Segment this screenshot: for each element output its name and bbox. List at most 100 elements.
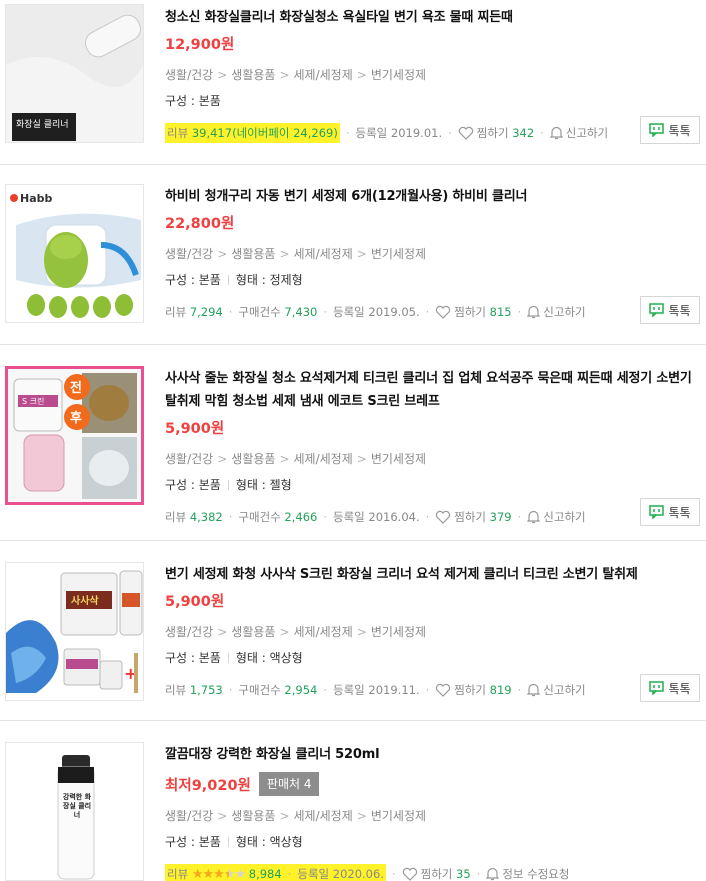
- category-path: 생활/건강 > 생활용품 > 세제/세정제 > 변기세정제: [165, 452, 427, 466]
- category-link[interactable]: 세제/세정제: [294, 809, 353, 823]
- product-item: 화장실 클리너 청소신 화장실클리너 화장실청소 욕실타일 변기 욕조 물때 찌…: [0, 0, 706, 165]
- product-thumbnail[interactable]: S 크린 전 후: [5, 366, 144, 505]
- category-link[interactable]: 세제/세정제: [294, 625, 353, 639]
- product-title[interactable]: 깔끔대장 강력한 화장실 클리너 520ml: [165, 743, 698, 766]
- rating-stars: ★★★★★: [192, 867, 246, 881]
- category-link[interactable]: 생활/건강: [165, 452, 213, 466]
- category-link[interactable]: 생활용품: [231, 247, 275, 261]
- product-item: S 크린 전 후 사사삭 줄눈 화장실 청소 요석제거제 티크린 클리너 집 업…: [0, 345, 706, 541]
- category-link[interactable]: 세제/세정제: [294, 247, 353, 261]
- talktalk-button[interactable]: 톡톡: [640, 498, 700, 526]
- wish-count: 819: [489, 683, 512, 697]
- category-link[interactable]: 세제/세정제: [294, 68, 353, 82]
- product-thumbnail[interactable]: 사사삭 +: [5, 562, 144, 701]
- product-title[interactable]: 청소신 화장실클리너 화장실청소 욕실타일 변기 욕조 물때 찌든때: [165, 6, 698, 29]
- wish-count: 35: [456, 867, 471, 881]
- talktalk-button[interactable]: 톡톡: [640, 674, 700, 702]
- purchase-count: 2,466: [284, 510, 318, 524]
- product-price: 12,900원: [165, 37, 235, 53]
- product-price: 최저9,020원 판매처 4: [165, 772, 698, 796]
- product-price: 5,900원: [165, 421, 225, 437]
- category-link[interactable]: 변기세정제: [371, 68, 426, 82]
- product-thumbnail[interactable]: Habb: [5, 184, 144, 323]
- category-link[interactable]: 생활/건강: [165, 68, 213, 82]
- category-link[interactable]: 변기세정제: [371, 452, 426, 466]
- review-count[interactable]: 8,984: [249, 867, 282, 881]
- product-spec: 구성 : 본품 형태 : 액상형: [165, 834, 698, 850]
- wish-button[interactable]: 찜하기 819: [435, 683, 512, 697]
- star-full-icon: ★: [202, 867, 214, 881]
- talktalk-label: 톡톡: [668, 303, 691, 318]
- product-title[interactable]: 사사삭 줄눈 화장실 청소 요석제거제 티크린 클리너 집 업체 요석공주 묵은…: [165, 367, 698, 413]
- registered-date: 등록일 2019.11.: [333, 683, 420, 697]
- review-count[interactable]: 1,753: [190, 683, 223, 697]
- seller-count-badge[interactable]: 판매처 4: [258, 772, 320, 796]
- product-thumbnail[interactable]: 화장실 클리너: [5, 4, 144, 143]
- price-value: 9,020원: [191, 778, 251, 794]
- product-price: 22,800원: [165, 216, 235, 232]
- product-item: 사사삭 + 변기 세정제 화청 사사삭 S크린 화장실 크리너 요석 제거제 클…: [0, 541, 706, 721]
- review-extra: (네이버페이 24,269): [232, 126, 338, 140]
- review-count[interactable]: 39,417: [192, 126, 232, 140]
- purchase-count: 2,954: [284, 683, 318, 697]
- report-button[interactable]: 신고하기: [549, 126, 608, 140]
- spec-composition: 구성 : 본품: [165, 273, 221, 287]
- review-highlight: 리뷰 39,417(네이버페이 24,269): [165, 123, 340, 143]
- thumb-label: 화장실 클리너: [16, 119, 69, 130]
- talktalk-label: 톡톡: [668, 123, 691, 138]
- category-link[interactable]: 생활/건강: [165, 625, 213, 639]
- spec-composition: 구성 : 본품: [165, 651, 221, 665]
- talktalk-button[interactable]: 톡톡: [640, 296, 700, 324]
- star-half-icon: ★: [223, 867, 236, 881]
- chat-icon: [649, 505, 665, 519]
- product-meta: 리뷰 1,753 · 구매건수 2,954 · 등록일 2019.11. · 찜하기 819…: [165, 683, 586, 697]
- review-count[interactable]: 7,294: [190, 305, 223, 319]
- brand-logo: Habb: [20, 192, 53, 205]
- category-link[interactable]: 변기세정제: [371, 625, 426, 639]
- category-link[interactable]: 생활용품: [231, 68, 275, 82]
- bell-icon: [527, 683, 541, 697]
- report-button[interactable]: 신고하기: [527, 305, 586, 319]
- thumb-label: 사사삭: [71, 594, 99, 607]
- review-label: 리뷰: [167, 867, 189, 881]
- category-link[interactable]: 생활용품: [231, 452, 275, 466]
- wish-count: 379: [489, 510, 512, 524]
- review-highlight: 리뷰 ★★★★★ 8,984 · 등록일 2020.06.: [165, 864, 386, 881]
- spec-form: 형태 : 액상형: [235, 835, 303, 849]
- product-title[interactable]: 하비비 청개구리 자동 변기 세정제 6개(12개월사용) 하비비 클리너: [165, 185, 698, 208]
- product-spec: 구성 : 본품: [165, 93, 698, 109]
- category-link[interactable]: 변기세정제: [371, 809, 426, 823]
- report-button[interactable]: 신고하기: [527, 683, 586, 697]
- review-count[interactable]: 4,382: [190, 510, 223, 524]
- purchase-label: 구매건수: [238, 305, 281, 319]
- product-thumbnail[interactable]: 강력한 화장실 클리너: [5, 742, 144, 881]
- category-link[interactable]: 세제/세정제: [294, 452, 353, 466]
- registered-date: 등록일 2016.04.: [333, 510, 420, 524]
- wish-button[interactable]: 찜하기 35: [402, 867, 471, 881]
- talktalk-label: 톡톡: [668, 505, 691, 520]
- category-link[interactable]: 생활/건강: [165, 809, 213, 823]
- category-link[interactable]: 생활용품: [231, 625, 275, 639]
- thumb-label: S 크린: [22, 396, 44, 406]
- edit-request-button[interactable]: 정보 수정요청: [486, 867, 569, 881]
- wish-count: 815: [489, 305, 512, 319]
- talktalk-button[interactable]: 톡톡: [640, 116, 700, 144]
- report-button[interactable]: 신고하기: [527, 510, 586, 524]
- category-link[interactable]: 변기세정제: [371, 247, 426, 261]
- bell-icon: [486, 867, 500, 881]
- product-title[interactable]: 변기 세정제 화청 사사삭 S크린 화장실 크리너 요석 제거제 클리너 티크린…: [165, 563, 698, 586]
- review-label: 리뷰: [165, 510, 187, 524]
- category-path: 생활/건강 > 생활용품 > 세제/세정제 > 변기세정제: [165, 68, 427, 82]
- purchase-label: 구매건수: [238, 683, 281, 697]
- heart-icon: [436, 510, 451, 524]
- wish-button[interactable]: 찜하기 379: [435, 510, 512, 524]
- purchase-count: 7,430: [284, 305, 318, 319]
- category-link[interactable]: 생활용품: [231, 809, 275, 823]
- product-meta: 리뷰 7,294 · 구매건수 7,430 · 등록일 2019.05. · 찜하기 815…: [165, 305, 586, 319]
- product-meta: 리뷰 ★★★★★ 8,984 · 등록일 2020.06. · 찜하기 35 · 정보 수정…: [165, 863, 698, 881]
- wish-button[interactable]: 찜하기 815: [435, 305, 512, 319]
- star-full-icon: ★: [213, 867, 225, 881]
- category-link[interactable]: 생활/건강: [165, 247, 213, 261]
- product-list: 화장실 클리너 청소신 화장실클리너 화장실청소 욕실타일 변기 욕조 물때 찌…: [0, 0, 706, 881]
- wish-button[interactable]: 찜하기 342: [458, 126, 534, 140]
